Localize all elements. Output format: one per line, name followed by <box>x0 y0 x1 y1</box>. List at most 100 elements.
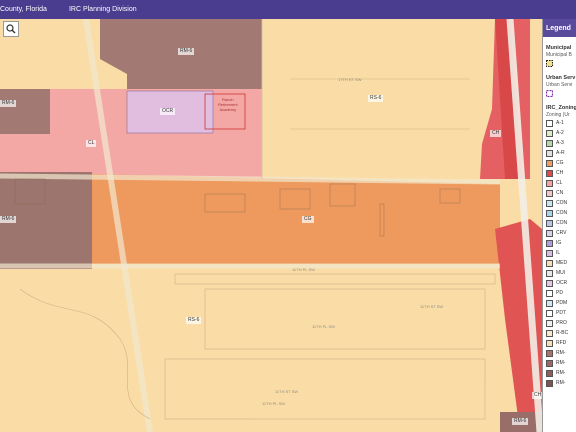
legend-swatch <box>546 219 553 227</box>
legend-item-label: MUI <box>556 270 566 276</box>
legend-item-label: PRO <box>556 320 567 326</box>
legend-swatch <box>546 299 553 307</box>
legend-item-label: A-R <box>556 150 565 156</box>
legend-item: RM- <box>546 378 573 388</box>
legend-item: IG <box>546 238 573 248</box>
legend-item-label: CON <box>556 210 568 216</box>
legend-item-label: R-BC <box>556 330 569 336</box>
legend-item: CG <box>546 158 573 168</box>
legend-item-label: CRV <box>556 230 567 236</box>
legend-body: Municipal Municipal B Urban Serv Urban S… <box>543 37 576 390</box>
zone-label-ch: CH <box>490 130 502 137</box>
legend-item-label: CON <box>556 200 568 206</box>
legend-item: RFD <box>546 338 573 348</box>
legend-item: A-R <box>546 148 573 158</box>
legend-item-label: IL <box>556 250 561 256</box>
legend-swatch <box>546 179 553 187</box>
zone-label-rs6-top: RS-6 <box>368 95 384 102</box>
legend-item-label: A-1 <box>556 120 564 126</box>
legend-item: MUI <box>546 268 573 278</box>
legend-swatch <box>546 139 553 147</box>
legend-item: CON <box>546 218 573 228</box>
legend-item-label: CH <box>556 170 564 176</box>
legend-swatch <box>546 129 553 137</box>
legend-item-label: RM- <box>556 350 566 356</box>
legend-item-label: IG <box>556 240 562 246</box>
zone-label-cl: CL <box>86 140 97 147</box>
legend-item-label: CN <box>556 190 564 196</box>
legend-swatch <box>546 169 553 177</box>
legend-item: MED <box>546 258 573 268</box>
legend-item-label: RM- <box>556 370 566 376</box>
legend-item: CH <box>546 168 573 178</box>
legend-item: CON <box>546 198 573 208</box>
legend-item: IL <box>546 248 573 258</box>
legend-swatch <box>546 369 553 377</box>
legend-item: RM- <box>546 358 573 368</box>
legend-swatch <box>546 229 553 237</box>
legend-item-label: MED <box>556 260 568 266</box>
legend-layer-municipal: Municipal <box>546 45 572 51</box>
map-view[interactable]: RM-6 RM-6 OCR CL RS-6 CH RM-6 CG RS-6 CH… <box>0 19 576 432</box>
legend-item: CL <box>546 178 573 188</box>
legend-swatch <box>546 209 553 217</box>
legend-item: A-3 <box>546 138 573 148</box>
search-button[interactable] <box>3 21 19 37</box>
legend-item: PDT <box>546 308 573 318</box>
municipal-boundary-icon <box>546 60 553 67</box>
legend-item: A-2 <box>546 128 573 138</box>
legend-swatch <box>546 239 553 247</box>
legend-item-label: RM- <box>556 380 566 386</box>
legend-swatch <box>546 319 553 327</box>
legend-item: CON <box>546 208 573 218</box>
legend-item-label: A-2 <box>556 130 564 136</box>
urban-service-icon <box>545 89 554 98</box>
zone-label-cg: CG <box>302 216 314 223</box>
legend-swatch <box>546 189 553 197</box>
legend-sub-zoning: Zoning (Ur <box>546 112 570 118</box>
legend-item-label: OCR <box>556 280 568 286</box>
legend-swatch <box>546 309 553 317</box>
legend-item-label: RM- <box>556 360 566 366</box>
building-label: Ranch Retirement Academy <box>218 97 238 112</box>
legend-item: RM- <box>546 368 573 378</box>
app-header: County, Florida IRC Planning Division <box>0 0 576 19</box>
legend-item: R-BC <box>546 328 573 338</box>
legend-item: CRV <box>546 228 573 238</box>
legend-item: OCR <box>546 278 573 288</box>
legend-item: PDM <box>546 298 573 308</box>
legend-layer-urban: Urban Serv <box>546 75 576 81</box>
legend-item: RM- <box>546 348 573 358</box>
legend-item: PD <box>546 288 573 298</box>
street-label: 11TH PL SW <box>292 267 315 272</box>
street-label: 11TH ST SW <box>420 304 444 309</box>
zone-cg <box>92 174 500 264</box>
legend-item-label: PDM <box>556 300 568 306</box>
legend-item-label: CL <box>556 180 563 186</box>
street-label: 11TH ST SW <box>275 389 299 394</box>
legend-swatch <box>546 259 553 267</box>
legend-swatch <box>546 329 553 337</box>
legend-swatch <box>546 379 553 387</box>
legend-swatch <box>546 279 553 287</box>
legend-swatch <box>546 339 553 347</box>
legend-item: A-1 <box>546 118 573 128</box>
legend-title: Legend <box>543 19 576 37</box>
legend-swatch <box>546 199 553 207</box>
zone-label-rm6-top: RM-6 <box>178 48 195 55</box>
legend-swatch <box>546 149 553 157</box>
county-title: County, Florida <box>0 6 47 13</box>
legend-item-label: PD <box>556 290 563 296</box>
legend-item: CN <box>546 188 573 198</box>
legend-panel[interactable]: Legend Municipal Municipal B Urban Serv … <box>542 19 576 432</box>
legend-item: PRO <box>546 318 573 328</box>
zoning-map-canvas <box>0 19 576 432</box>
legend-sub-urban: Urban Servi <box>546 82 573 88</box>
zone-label-rm6-left: RM-6 <box>0 100 17 107</box>
legend-sub-municipal: Municipal B <box>546 52 572 58</box>
legend-swatch <box>546 349 553 357</box>
legend-swatch <box>546 159 553 167</box>
legend-item-label: CON <box>556 220 568 226</box>
legend-item-label: PDT <box>556 310 566 316</box>
legend-layer-zoning: IRC_Zoning <box>546 105 576 111</box>
